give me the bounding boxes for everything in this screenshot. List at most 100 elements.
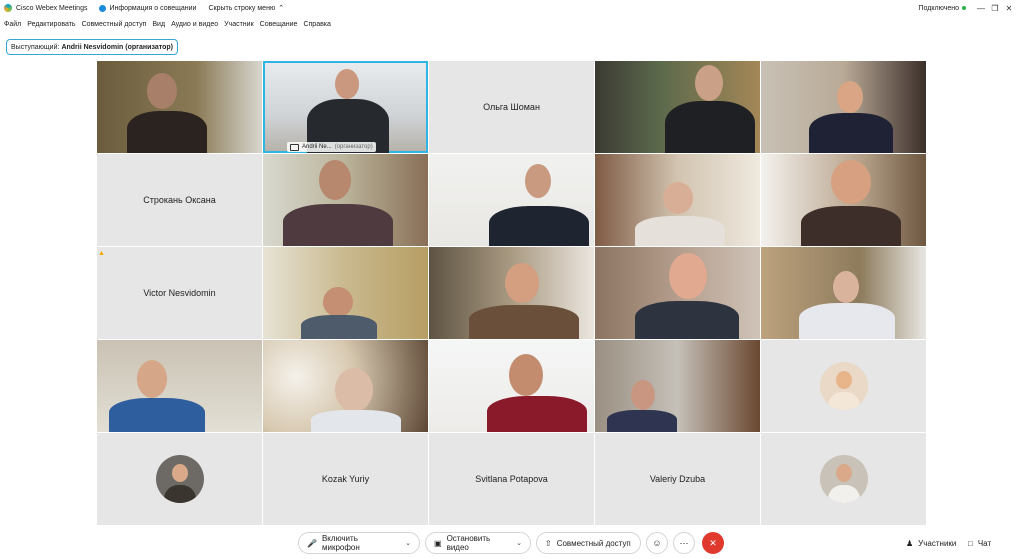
participant-face — [663, 182, 693, 214]
participant-body — [635, 216, 725, 246]
video-tile[interactable] — [97, 340, 262, 432]
chat-button[interactable]: □ Чат — [960, 532, 1000, 554]
app-title: Cisco Webex Meetings — [4, 4, 87, 12]
participant-face — [147, 73, 177, 109]
video-tile[interactable] — [761, 247, 926, 339]
app-name: Cisco Webex Meetings — [16, 4, 88, 12]
participant-body — [809, 113, 893, 153]
name-tile[interactable]: Kozak Yuriy — [263, 433, 428, 525]
participant-name: Kozak Yuriy — [321, 474, 370, 484]
participant-face — [831, 160, 871, 204]
participant-name: Valeriy Dzuba — [649, 474, 706, 484]
menu-participant[interactable]: Участник — [224, 21, 254, 28]
chat-bubble-icon: □ — [968, 538, 973, 548]
video-tile-host[interactable]: Andrii Ne... (организатор) — [263, 61, 428, 153]
host-role: (организатор) — [334, 144, 373, 150]
camera-icon — [290, 143, 299, 151]
video-tile[interactable] — [761, 61, 926, 153]
menu-edit[interactable]: Редактировать — [27, 21, 75, 28]
participant-body — [665, 101, 755, 153]
connection-status: Подключено — [918, 4, 959, 12]
video-tile[interactable] — [429, 340, 594, 432]
menu-meeting[interactable]: Совещание — [260, 21, 298, 28]
participant-face — [319, 160, 351, 200]
participant-body — [489, 206, 589, 246]
name-tile[interactable]: Svitlana Potapova — [429, 433, 594, 525]
video-tile[interactable] — [263, 154, 428, 246]
participant-avatar — [819, 455, 868, 503]
hide-menu-label: Скрыть строку меню — [208, 4, 276, 12]
video-tile[interactable] — [429, 247, 594, 339]
share-label: Совместный доступ — [556, 538, 631, 548]
avatar-tile[interactable] — [761, 433, 926, 525]
host-name: Andrii Ne... — [302, 144, 332, 150]
participant-name: Victor Nesvidomin — [143, 288, 216, 298]
avatar-tile[interactable] — [97, 433, 262, 525]
participant-face — [335, 368, 373, 412]
menu-file[interactable]: Файл — [4, 21, 21, 28]
meeting-info-label: Информация о совещании — [109, 4, 197, 12]
video-tile[interactable] — [263, 340, 428, 432]
more-icon: ⋯ — [679, 537, 689, 548]
participant-name: Строкань Оксана — [143, 195, 216, 205]
close-icon: ✕ — [709, 537, 717, 548]
stop-video-button[interactable]: ▣ Остановить видео ⌄ — [425, 532, 531, 554]
video-tile[interactable] — [595, 154, 760, 246]
name-tile[interactable]: Строкань Оксана — [97, 154, 262, 246]
chevron-down-icon: ⌄ — [405, 540, 411, 547]
participant-name: Ольга Шоман — [483, 102, 540, 112]
name-tile[interactable]: Victor Nesvidomin — [97, 247, 262, 339]
reactions-button[interactable]: ☺ — [646, 532, 668, 554]
video-camera-icon: ▣ — [434, 538, 442, 548]
menu-help[interactable]: Справка — [303, 21, 330, 28]
video-tile[interactable] — [595, 340, 760, 432]
video-grid: Andrii Ne... (организатор) Ольга Шоман С… — [97, 61, 927, 527]
participant-avatar — [819, 362, 868, 410]
end-call-button[interactable]: ✕ — [702, 532, 724, 554]
avatar-tile[interactable] — [761, 340, 926, 432]
video-tile[interactable] — [263, 247, 428, 339]
hide-menu-button[interactable]: Скрыть строку меню ⌃ — [208, 4, 285, 13]
stop-video-label: Остановить видео — [446, 534, 491, 552]
participant-face — [525, 164, 551, 198]
participant-face — [323, 287, 353, 317]
participant-face — [505, 263, 539, 303]
name-tile[interactable]: Valeriy Dzuba — [595, 433, 760, 525]
warning-icon: ▲ — [98, 250, 105, 257]
person-icon: ♟ — [906, 538, 914, 548]
close-icon[interactable]: ✕ — [1002, 4, 1016, 13]
video-tile[interactable] — [761, 154, 926, 246]
menu-view[interactable]: Вид — [152, 21, 165, 28]
video-tile[interactable] — [97, 61, 262, 153]
participant-name: Svitlana Potapova — [475, 474, 548, 484]
participant-body — [607, 410, 677, 432]
menu-share[interactable]: Совместный доступ — [82, 21, 147, 28]
host-name-label: Andrii Ne... (организатор) — [287, 142, 376, 152]
minimize-icon[interactable]: — — [974, 4, 988, 13]
speaker-name: Andrii Nesvidomin (организатор) — [61, 43, 173, 51]
participants-label: Участники — [918, 538, 957, 548]
share-button[interactable]: ⇧ Совместный доступ — [536, 532, 641, 554]
participant-face — [833, 271, 859, 303]
chevron-up-icon: ⌃ — [278, 5, 285, 12]
restore-icon[interactable]: ❐ — [988, 4, 1002, 13]
video-tile[interactable] — [429, 154, 594, 246]
participant-face — [669, 253, 707, 299]
menu-audio-video[interactable]: Аудио и видео — [171, 21, 218, 28]
video-tile[interactable] — [595, 247, 760, 339]
active-speaker-label: Выступающий: Andrii Nesvidomin (организа… — [6, 39, 178, 55]
connected-dot-icon — [962, 6, 966, 10]
participant-face — [695, 65, 723, 101]
participant-face — [335, 69, 359, 99]
unmute-button[interactable]: 🎤 Включить микрофон ⌄ — [298, 532, 420, 554]
video-tile[interactable] — [595, 61, 760, 153]
unmute-label: Включить микрофон — [321, 534, 360, 552]
name-tile[interactable]: Ольга Шоман — [429, 61, 594, 153]
participants-button[interactable]: ♟ Участники — [898, 532, 958, 554]
more-options-button[interactable]: ⋯ — [673, 532, 695, 554]
participant-face — [837, 81, 863, 113]
participant-body — [469, 305, 579, 339]
participant-body — [487, 396, 587, 432]
speaker-prefix: Выступающий: — [11, 43, 60, 51]
meeting-info-button[interactable]: Информация о совещании — [99, 4, 197, 12]
